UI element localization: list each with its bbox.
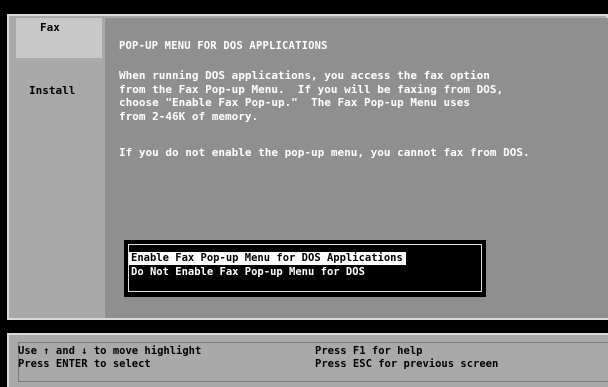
- nav-item-install[interactable]: Install: [16, 84, 102, 102]
- option-list: Enable Fax Pop-up Menu for DOS Applicati…: [124, 240, 486, 297]
- option-enable-popup[interactable]: Enable Fax Pop-up Menu for DOS Applicati…: [129, 252, 406, 265]
- page-title: POP-UP MENU FOR DOS APPLICATIONS: [119, 40, 328, 52]
- escape-hint: Press ESC for previous screen: [315, 358, 499, 370]
- navigation-hint: Use ↑ and ↓ to move highlight: [18, 345, 202, 357]
- nav-item-label: Fax: [40, 21, 60, 34]
- warning-paragraph: If you do not enable the pop-up menu, yo…: [119, 146, 530, 159]
- nav-item-label: Install: [29, 84, 76, 97]
- enter-hint: Press ENTER to select: [18, 358, 151, 370]
- nav-item-fax[interactable]: Fax: [16, 18, 102, 58]
- nav-column: Fax Install: [16, 18, 104, 318]
- separator-band: [0, 320, 608, 334]
- dos-installer-screen: Fax Install POP-UP MENU FOR DOS APPLICAT…: [0, 0, 608, 387]
- help-hint: Press F1 for help: [315, 345, 423, 357]
- option-disable-popup[interactable]: Do Not Enable Fax Pop-up Menu for DOS: [129, 266, 368, 279]
- description-paragraph: When running DOS applications, you acces…: [119, 69, 504, 123]
